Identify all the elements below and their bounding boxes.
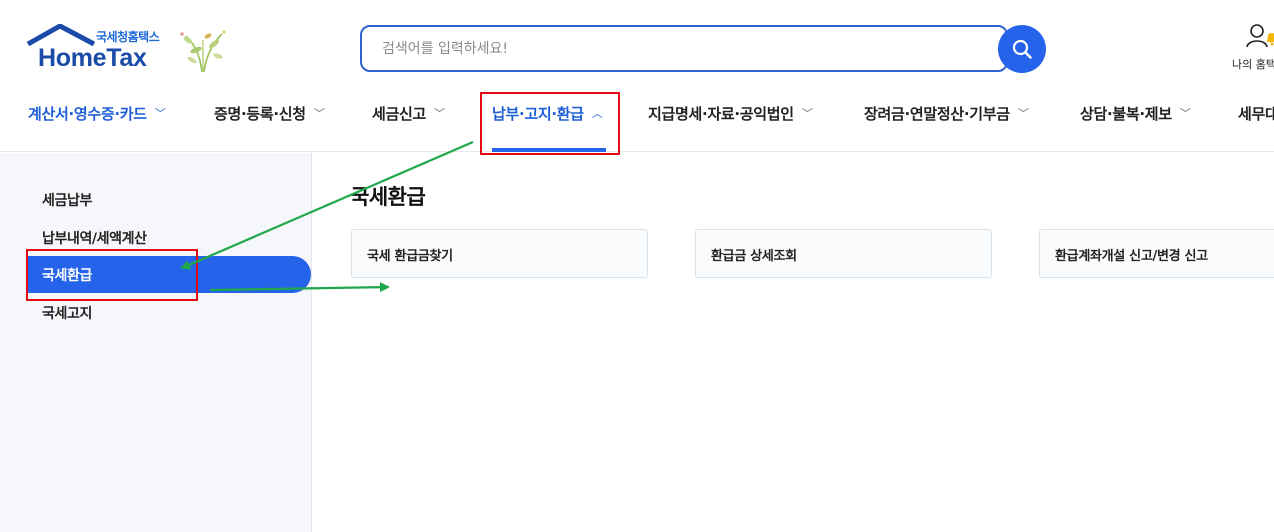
chevron-down-icon: ﹀ [434, 107, 445, 120]
user-icon [1246, 24, 1274, 48]
nav-item-payment-statements[interactable]: 지급명세·자료·공익법인 ﹀ [648, 102, 813, 124]
my-hometax-label: 나의 홈택스 [1232, 58, 1274, 71]
search-box [360, 25, 1008, 72]
chevron-down-icon: ﹀ [1179, 107, 1191, 120]
nav-item-tax-agent[interactable]: 세무대리 [1238, 102, 1274, 124]
nav-item-label: 상담·불복·제보 [1080, 104, 1172, 123]
chevron-down-icon: ﹀ [154, 107, 166, 120]
my-hometax-button[interactable]: 나의 홈택스 [1226, 22, 1274, 74]
search-bar [360, 25, 1046, 73]
nav-item-label: 세무대리 [1238, 104, 1274, 123]
logo-subtitle: 국세청홈택스 [96, 30, 160, 44]
highlight-box-sidebar [26, 249, 198, 301]
sidebar-item-tax-payment[interactable]: 세금납부 [42, 190, 92, 210]
nav-item-label: 증명·등록·신청 [214, 104, 306, 123]
chevron-down-icon: ﹀ [801, 107, 813, 120]
nav-item-label: 장려금·연말정산·기부금 [864, 104, 1010, 123]
sidebar-item-payment-history[interactable]: 납부내역/세액계산 [42, 228, 147, 248]
page-title: 국세환급 [350, 185, 426, 209]
hometax-logo[interactable]: 국세청홈택스 HomeTax [26, 22, 231, 78]
logo-wordmark: HomeTax [38, 44, 147, 72]
nav-item-certificates[interactable]: 증명·등록·신청 ﹀ [214, 102, 325, 124]
nav-item-tax-filing[interactable]: 세금신고 ﹀ [372, 102, 445, 124]
nav-item-invoices[interactable]: 계산서·영수증·카드 ﹀ [28, 102, 166, 124]
card-label: 국세 환급금찾기 [367, 249, 453, 264]
card-refund-details[interactable]: 환급금 상세조회 [695, 229, 992, 278]
card-find-refund[interactable]: 국세 환급금찾기 [351, 229, 648, 278]
nav-item-incentives[interactable]: 장려금·연말정산·기부금 ﹀ [864, 102, 1029, 124]
card-refund-account[interactable]: 환급계좌개설 신고/변경 신고 [1039, 229, 1274, 278]
main-navigation: 계산서·영수증·카드 ﹀ 증명·등록·신청 ﹀ 세금신고 ﹀ 납부·고지·환급 … [0, 88, 1274, 152]
search-icon [1012, 39, 1032, 59]
chevron-down-icon: ﹀ [1017, 107, 1029, 120]
highlight-box-nav [480, 92, 620, 155]
hometax-page: 국세청홈택스 HomeTax 검색어를 입력하세요! 나의 홈택 계산서·영수증… [0, 0, 1274, 532]
search-button[interactable] [998, 25, 1046, 73]
plant-decoration-icon [180, 30, 226, 73]
nav-item-label: 세금신고 [372, 104, 427, 123]
nav-item-consultation[interactable]: 상담·불복·제보 ﹀ [1080, 102, 1191, 124]
card-label: 환급계좌개설 신고/변경 신고 [1055, 249, 1208, 264]
search-input[interactable] [362, 27, 1006, 70]
nav-item-label: 지급명세·자료·공익법인 [648, 104, 794, 123]
card-label: 환급금 상세조회 [711, 249, 797, 264]
sidebar-item-tax-notice[interactable]: 국세고지 [42, 303, 92, 323]
nav-item-label: 계산서·영수증·카드 [28, 104, 147, 123]
chevron-down-icon: ﹀ [313, 107, 325, 120]
sidebar: 세금납부 납부내역/세액계산 국세환급 국세고지 [0, 153, 312, 532]
